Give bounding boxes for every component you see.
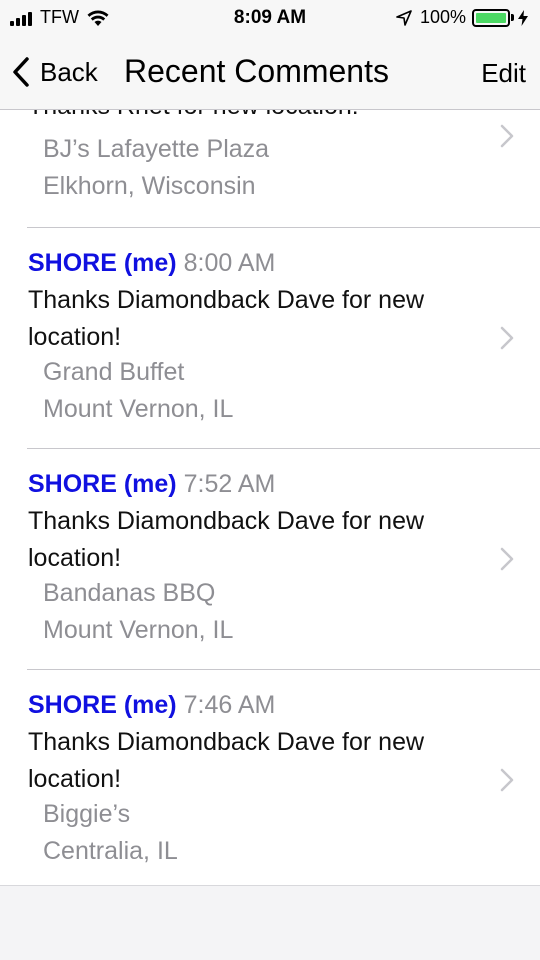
comment-row[interactable]: SHORE (me) 8:00 AM Thanks Diamondback Da… [0, 228, 540, 448]
comment-user: SHORE (me) [28, 691, 177, 719]
disclosure-chevron-icon [500, 547, 514, 571]
disclosure-chevron-icon [500, 768, 514, 792]
comment-time: 7:52 AM [183, 470, 276, 498]
battery-percent: 100% [419, 7, 466, 27]
battery-tip [511, 14, 514, 21]
comment-location: Elkhorn, Wisconsin [43, 172, 256, 200]
charging-bolt-icon [518, 9, 528, 26]
comment-time: 7:46 AM [183, 691, 276, 719]
comment-list[interactable]: Thanks Rnet for new location! BJ’s Lafay… [0, 110, 540, 885]
navigation-bar: Back Recent Comments Edit [0, 38, 540, 110]
comment-location: Mount Vernon, IL [43, 616, 234, 644]
comment-time: 8:00 AM [183, 249, 276, 277]
comment-location: Centralia, IL [43, 837, 178, 865]
comment-text: Thanks Diamondback Dave for new location… [28, 507, 425, 572]
comment-text: Thanks Rnet for new location! [28, 110, 468, 125]
disclosure-chevron-icon [500, 124, 514, 148]
disclosure-chevron-icon [500, 326, 514, 350]
comment-place: Grand Buffet [43, 358, 185, 386]
comment-place: Biggie’s [43, 800, 131, 828]
comment-place: Bandanas BBQ [43, 579, 216, 607]
status-right: 100% [396, 7, 528, 28]
status-bar: TFW 8:09 AM 100% [0, 0, 540, 38]
comment-header: SHORE (me) 7:46 AM [28, 691, 275, 720]
comment-row[interactable]: SHORE (me) 7:46 AM Thanks Diamondback Da… [0, 670, 540, 884]
comment-row[interactable]: SHORE (me) 7:52 AM Thanks Diamondback Da… [0, 449, 540, 669]
battery-icon [472, 8, 510, 27]
location-arrow-icon [396, 9, 412, 26]
page-title: Recent Comments [124, 53, 389, 89]
comment-place: BJ’s Lafayette Plaza [43, 135, 270, 163]
comment-user: SHORE (me) [28, 470, 177, 498]
bottom-toolbar [0, 885, 540, 960]
comment-header: SHORE (me) 7:52 AM [28, 470, 275, 499]
comment-row[interactable]: Thanks Rnet for new location! BJ’s Lafay… [0, 110, 540, 228]
back-label: Back [40, 56, 98, 87]
edit-button[interactable]: Edit [481, 58, 526, 89]
comment-header: SHORE (me) 8:00 AM [28, 249, 275, 278]
comment-text: Thanks Diamondback Dave for new location… [28, 728, 425, 793]
comment-location: Mount Vernon, IL [43, 395, 234, 423]
comment-text: Thanks Diamondback Dave for new location… [28, 286, 425, 351]
back-chevron-icon [13, 57, 29, 87]
comment-user: SHORE (me) [28, 249, 177, 277]
back-button[interactable]: Back [12, 56, 98, 88]
